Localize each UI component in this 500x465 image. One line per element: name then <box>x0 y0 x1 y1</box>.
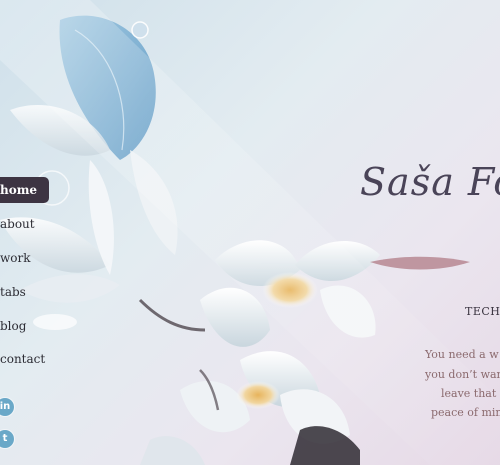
nav-item-blog[interactable]: blog <box>0 313 26 339</box>
nav-item-work[interactable]: work <box>0 245 31 271</box>
linkedin-icon[interactable]: in <box>0 398 14 416</box>
site-title: Saša For <box>360 160 500 204</box>
intro-line: You need a w <box>425 348 499 361</box>
nav-item-about[interactable]: about <box>0 211 35 237</box>
intro-line: you don’t wan <box>425 368 500 381</box>
nav-item-home[interactable]: home <box>0 177 50 203</box>
main-navigation: home about work tabs blog contact in t <box>0 0 110 465</box>
page: home about work tabs blog contact in t S… <box>0 0 500 465</box>
intro-line: leave that t <box>441 387 500 400</box>
intro-line: peace of min <box>431 406 500 419</box>
section-heading: TECH <box>465 305 500 318</box>
twitter-icon[interactable]: t <box>0 430 14 448</box>
nav-item-tabs[interactable]: tabs <box>0 279 26 305</box>
nav-item-contact[interactable]: contact <box>0 346 45 372</box>
